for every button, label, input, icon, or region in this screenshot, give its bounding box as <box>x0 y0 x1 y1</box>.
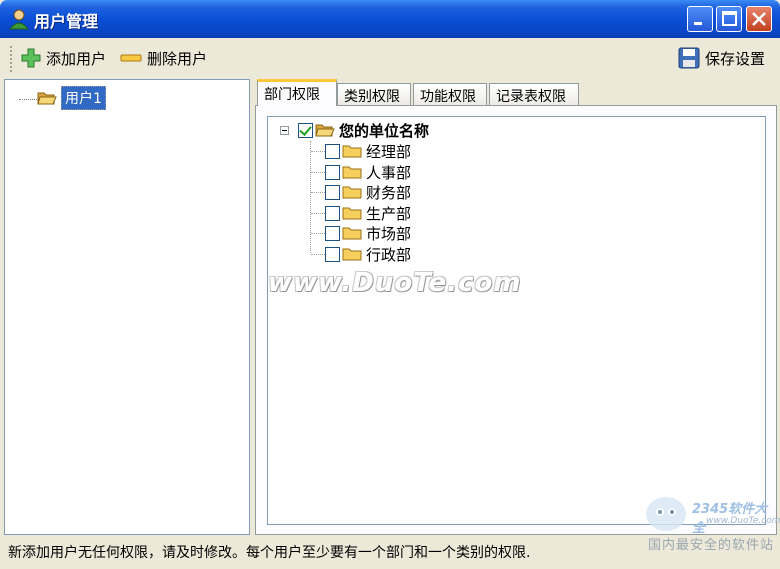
floppy-disk-icon <box>678 47 700 69</box>
dept-label: 财务部 <box>366 183 412 202</box>
dept-checkbox[interactable] <box>325 246 340 262</box>
dept-checkbox[interactable] <box>325 164 340 180</box>
root-label: 您的单位名称 <box>339 121 430 140</box>
toolbar: 添加用户 删除用户 保存设置 <box>0 38 780 78</box>
maximize-icon <box>722 11 737 26</box>
dept-label: 人事部 <box>366 163 412 182</box>
title-bar[interactable]: 用户管理 <box>0 0 780 38</box>
tree-node-finance-dept[interactable]: 财务部 <box>325 182 411 202</box>
dept-label: 生产部 <box>366 204 412 223</box>
dept-checkbox[interactable] <box>325 225 340 241</box>
tree-connector <box>311 172 325 173</box>
folder-icon <box>342 248 362 261</box>
dept-label: 行政部 <box>366 245 412 264</box>
tab-department-permissions[interactable]: 部门权限 <box>257 79 337 106</box>
maximize-button[interactable] <box>716 6 742 32</box>
folder-icon <box>342 145 362 158</box>
tree-node-production-dept[interactable]: 生产部 <box>325 203 411 223</box>
user-tree-panel[interactable]: 用户1 <box>4 79 250 535</box>
tree-connector <box>311 233 325 234</box>
minimize-button[interactable] <box>687 6 713 32</box>
open-folder-icon <box>37 92 57 105</box>
user-label: 用户1 <box>61 86 106 110</box>
collapse-toggle[interactable] <box>280 126 289 135</box>
plus-icon <box>21 48 41 68</box>
tab-label: 功能权限 <box>420 89 476 105</box>
dept-label: 市场部 <box>366 224 412 243</box>
minimize-icon <box>694 22 702 25</box>
tab-record-table-permissions[interactable]: 记录表权限 <box>489 83 579 105</box>
close-button[interactable] <box>746 6 772 32</box>
user-icon <box>8 9 30 30</box>
tree-connector <box>311 254 325 255</box>
logo-url: www.DuoTe.com <box>706 516 780 526</box>
watermark: www.DuoTe.com <box>268 268 522 298</box>
permissions-panel: 部门权限 类别权限 功能权限 记录表权限 您的单位名称 经理部 人事部 财务部 … <box>255 79 778 535</box>
status-text: 新添加用户无任何权限，请及时修改。每个用户至少要有一个部门和一个类别的权限. <box>8 545 531 561</box>
tree-node-marketing-dept[interactable]: 市场部 <box>325 223 411 243</box>
tree-node-hr-dept[interactable]: 人事部 <box>325 162 411 182</box>
tab-function-permissions[interactable]: 功能权限 <box>413 83 487 105</box>
tree-connector <box>311 213 325 214</box>
tree-connector <box>311 151 325 152</box>
tree-node-admin-dept[interactable]: 行政部 <box>325 244 411 264</box>
tab-label: 类别权限 <box>344 89 400 105</box>
folder-icon <box>342 227 362 240</box>
department-tab-pane: 您的单位名称 经理部 人事部 财务部 生产部 市场部 行政部 <box>255 105 777 535</box>
open-folder-icon <box>315 124 335 137</box>
tree-connector <box>311 192 325 193</box>
add-user-label: 添加用户 <box>46 49 107 68</box>
delete-user-button[interactable]: 删除用户 <box>119 44 207 72</box>
tree-root-node[interactable]: 您的单位名称 <box>298 120 429 140</box>
toolbar-grip[interactable] <box>10 46 12 72</box>
tree-node-manager-dept[interactable]: 经理部 <box>325 141 411 161</box>
site-logo: 2345软件大全 www.DuoTe.com 国内最安全的软件站 <box>640 490 780 569</box>
mascot-icon <box>646 497 686 531</box>
logo-tagline: 国内最安全的软件站 <box>648 538 775 553</box>
add-user-button[interactable]: 添加用户 <box>20 44 106 72</box>
tree-item-user[interactable]: 用户1 <box>19 86 106 110</box>
tab-label: 部门权限 <box>264 87 320 103</box>
tab-strip: 部门权限 类别权限 功能权限 记录表权限 <box>255 79 778 106</box>
save-settings-label: 保存设置 <box>705 49 766 68</box>
close-icon <box>752 12 766 26</box>
root-checkbox[interactable] <box>298 122 313 138</box>
dept-checkbox[interactable] <box>325 184 340 200</box>
tree-connector <box>19 98 37 100</box>
minus-icon <box>120 54 142 62</box>
delete-user-label: 删除用户 <box>147 49 208 68</box>
tab-category-permissions[interactable]: 类别权限 <box>337 83 411 105</box>
dept-checkbox[interactable] <box>325 205 340 221</box>
tree-guide-line <box>310 141 311 253</box>
department-tree[interactable]: 您的单位名称 经理部 人事部 财务部 生产部 市场部 行政部 <box>267 116 766 525</box>
folder-icon <box>342 207 362 220</box>
window-title: 用户管理 <box>34 12 99 31</box>
tab-label: 记录表权限 <box>496 89 566 105</box>
dept-checkbox[interactable] <box>325 143 340 159</box>
folder-icon <box>342 166 362 179</box>
dept-label: 经理部 <box>366 142 412 161</box>
save-settings-button[interactable]: 保存设置 <box>677 44 765 72</box>
folder-icon <box>342 186 362 199</box>
